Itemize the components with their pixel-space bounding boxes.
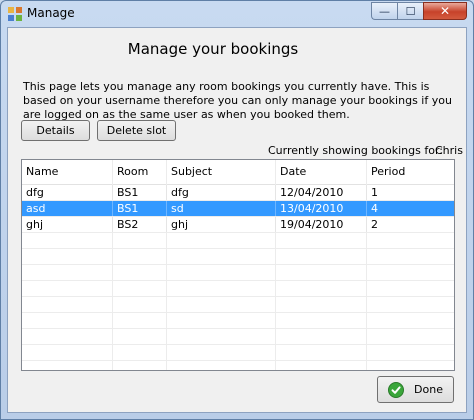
table-row-selected[interactable]: asd BS1 sd 13/04/2010 4	[22, 201, 454, 217]
cell-subject: dfg	[167, 185, 276, 201]
cell-subject: sd	[167, 201, 276, 217]
column-header-name[interactable]: Name	[22, 160, 113, 184]
details-button[interactable]: Details	[21, 120, 90, 141]
caption-buttons: — ☐ ✕	[371, 2, 467, 20]
column-header-room[interactable]: Room	[113, 160, 167, 184]
cell-period: 2	[371, 218, 378, 231]
cell-period: 4	[371, 202, 378, 215]
minimize-button[interactable]: —	[371, 2, 397, 20]
cell-period: 1	[371, 186, 378, 199]
maximize-button[interactable]: ☐	[397, 2, 423, 20]
maximize-icon: ☐	[405, 4, 416, 18]
page-title: Manage your bookings	[127, 40, 299, 58]
done-label: Done	[414, 383, 443, 396]
close-button[interactable]: ✕	[423, 2, 467, 20]
showing-bookings-label: Currently showing bookings for:	[268, 144, 444, 157]
cell-room: BS1	[113, 185, 167, 201]
title-bar[interactable]: Manage — ☐ ✕	[1, 1, 473, 27]
manage-window: Manage — ☐ ✕ Manage your bookings This p…	[0, 0, 474, 420]
close-icon: ✕	[439, 4, 451, 18]
window-title: Manage	[27, 6, 75, 20]
cell-subject: ghj	[167, 217, 276, 233]
delete-slot-button[interactable]: Delete slot	[97, 120, 176, 141]
cell-room: BS1	[113, 201, 167, 217]
column-header-period[interactable]: Period	[367, 160, 454, 184]
table-row[interactable]: ghj BS2 ghj 19/04/2010 2	[22, 217, 454, 233]
done-button[interactable]: Done	[377, 376, 454, 403]
cell-date: 12/04/2010	[276, 185, 367, 201]
cell-name: dfg	[22, 185, 113, 201]
cell-date: 19/04/2010	[276, 217, 367, 233]
column-header-date[interactable]: Date	[276, 160, 367, 184]
table-row[interactable]: dfg BS1 dfg 12/04/2010 1	[22, 185, 454, 201]
cell-room: BS2	[113, 217, 167, 233]
cell-name: ghj	[22, 217, 113, 233]
cell-name: asd	[22, 201, 113, 217]
check-icon	[388, 381, 405, 398]
list-header: Name Room Subject Date Period	[22, 160, 454, 185]
column-header-subject[interactable]: Subject	[167, 160, 276, 184]
app-icon	[8, 7, 22, 21]
current-user: Chris	[435, 144, 463, 157]
client-area: Manage your bookings This page lets you …	[7, 27, 467, 413]
bookings-list[interactable]: Name Room Subject Date Period dfg BS1 df…	[21, 159, 455, 371]
minimize-icon: —	[379, 4, 390, 18]
cell-date: 13/04/2010	[276, 201, 367, 217]
description-text: This page lets you manage any room booki…	[23, 80, 452, 121]
